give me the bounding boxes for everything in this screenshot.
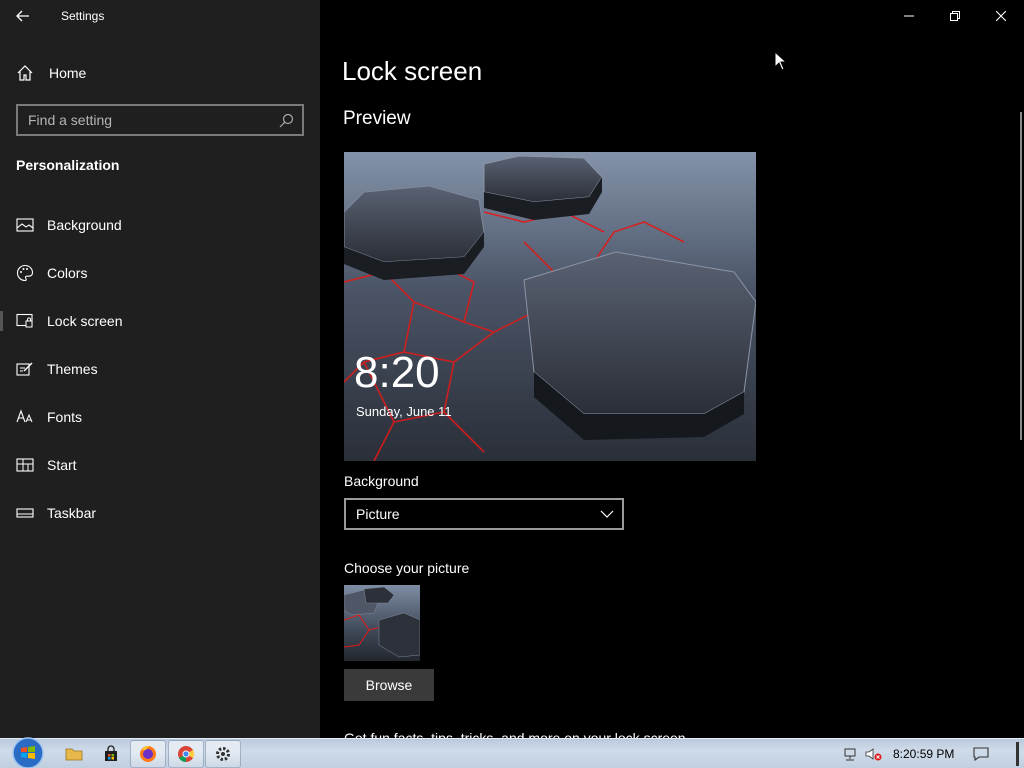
sidebar-item-label: Start	[47, 457, 77, 473]
lock-screen-preview: 8:20 Sunday, June 11	[344, 152, 756, 461]
fun-facts-toggle-label: Get fun facts, tips, tricks, and more on…	[344, 730, 686, 738]
sidebar-item-label: Taskbar	[47, 505, 97, 521]
file-explorer-icon	[65, 748, 83, 761]
volume-muted-icon	[865, 748, 882, 761]
sidebar-item-label: Fonts	[47, 409, 83, 425]
sidebar-item-themes[interactable]: Themes	[0, 349, 320, 389]
taskbar-chrome[interactable]	[168, 740, 204, 768]
taskbar-clock[interactable]: 8:20:59 PM	[893, 747, 954, 761]
browse-button[interactable]: Browse	[344, 669, 434, 701]
sidebar-item-lock-screen[interactable]: Lock screen	[0, 301, 320, 341]
page-title: Lock screen	[342, 56, 483, 86]
main-content: Lock screen Preview 8:20 Sunday, June 11…	[320, 0, 1024, 738]
restore-button[interactable]	[932, 0, 978, 32]
home-icon	[17, 65, 33, 81]
sidebar-item-label: Colors	[47, 265, 88, 281]
scrollbar[interactable]	[1020, 112, 1022, 440]
search-icon[interactable]	[278, 113, 294, 129]
background-label: Background	[344, 473, 419, 489]
store-icon	[105, 745, 117, 761]
start-button[interactable]	[10, 736, 46, 768]
background-dropdown-value: Picture	[356, 506, 400, 522]
taskbar-icon	[16, 504, 34, 522]
show-desktop-button[interactable]	[1016, 742, 1019, 766]
sidebar-item-background[interactable]: Background	[0, 205, 320, 245]
background-dropdown[interactable]: Picture	[344, 498, 624, 530]
palette-icon	[16, 264, 34, 282]
preview-heading: Preview	[343, 108, 411, 129]
back-button[interactable]	[0, 0, 46, 32]
taskbar-file-explorer[interactable]	[56, 740, 92, 768]
minimize-button[interactable]	[886, 0, 932, 32]
sidebar-item-label: Background	[47, 217, 122, 233]
windows-orb-icon	[12, 737, 44, 768]
sidebar-item-colors[interactable]: Colors	[0, 253, 320, 293]
home-nav-item[interactable]: Home	[16, 60, 86, 86]
sidebar-item-taskbar[interactable]: Taskbar	[0, 493, 320, 533]
brush-icon	[16, 360, 34, 378]
picture-icon	[16, 216, 34, 234]
firefox-icon	[140, 745, 156, 762]
choose-picture-label: Choose your picture	[344, 560, 470, 576]
taskbar: 8:20:59 PM	[0, 736, 1024, 768]
close-button[interactable]	[978, 0, 1024, 32]
taskbar-store[interactable]	[93, 740, 129, 768]
thumbnail-image	[344, 586, 420, 658]
sidebar-item-start[interactable]: Start	[0, 445, 320, 485]
sidebar-item-fonts[interactable]: Fonts	[0, 397, 320, 437]
close-icon	[996, 11, 1006, 21]
restore-icon	[950, 11, 960, 21]
mouse-cursor-icon	[774, 51, 788, 71]
title-bar: Settings	[0, 0, 320, 32]
tray-volume[interactable]	[856, 740, 892, 768]
preview-time: 8:20	[354, 348, 440, 397]
sidebar-item-label: Themes	[47, 361, 98, 377]
taskbar-firefox[interactable]	[130, 740, 166, 768]
font-icon	[16, 408, 34, 426]
chrome-icon	[178, 746, 195, 763]
settings-icon	[216, 747, 230, 761]
section-label: Personalization	[16, 157, 120, 173]
start-icon	[16, 456, 34, 474]
search-input[interactable]	[28, 112, 268, 128]
taskbar-settings[interactable]	[205, 740, 241, 768]
tray-action-center[interactable]	[963, 740, 999, 768]
preview-date: Sunday, June 11	[356, 404, 452, 419]
chevron-down-icon	[600, 510, 614, 518]
action-center-icon	[973, 747, 989, 762]
back-arrow-icon	[16, 10, 29, 22]
lock-screen-icon	[16, 312, 34, 330]
sidebar-item-label: Lock screen	[47, 313, 123, 329]
search-box[interactable]	[16, 104, 304, 136]
home-label: Home	[49, 65, 87, 81]
app-title: Settings	[61, 9, 105, 23]
window-controls	[886, 0, 1024, 32]
minimize-icon	[904, 15, 914, 17]
sidebar: Settings Home Personalization Background…	[0, 0, 320, 738]
picture-thumbnail[interactable]	[344, 585, 420, 661]
